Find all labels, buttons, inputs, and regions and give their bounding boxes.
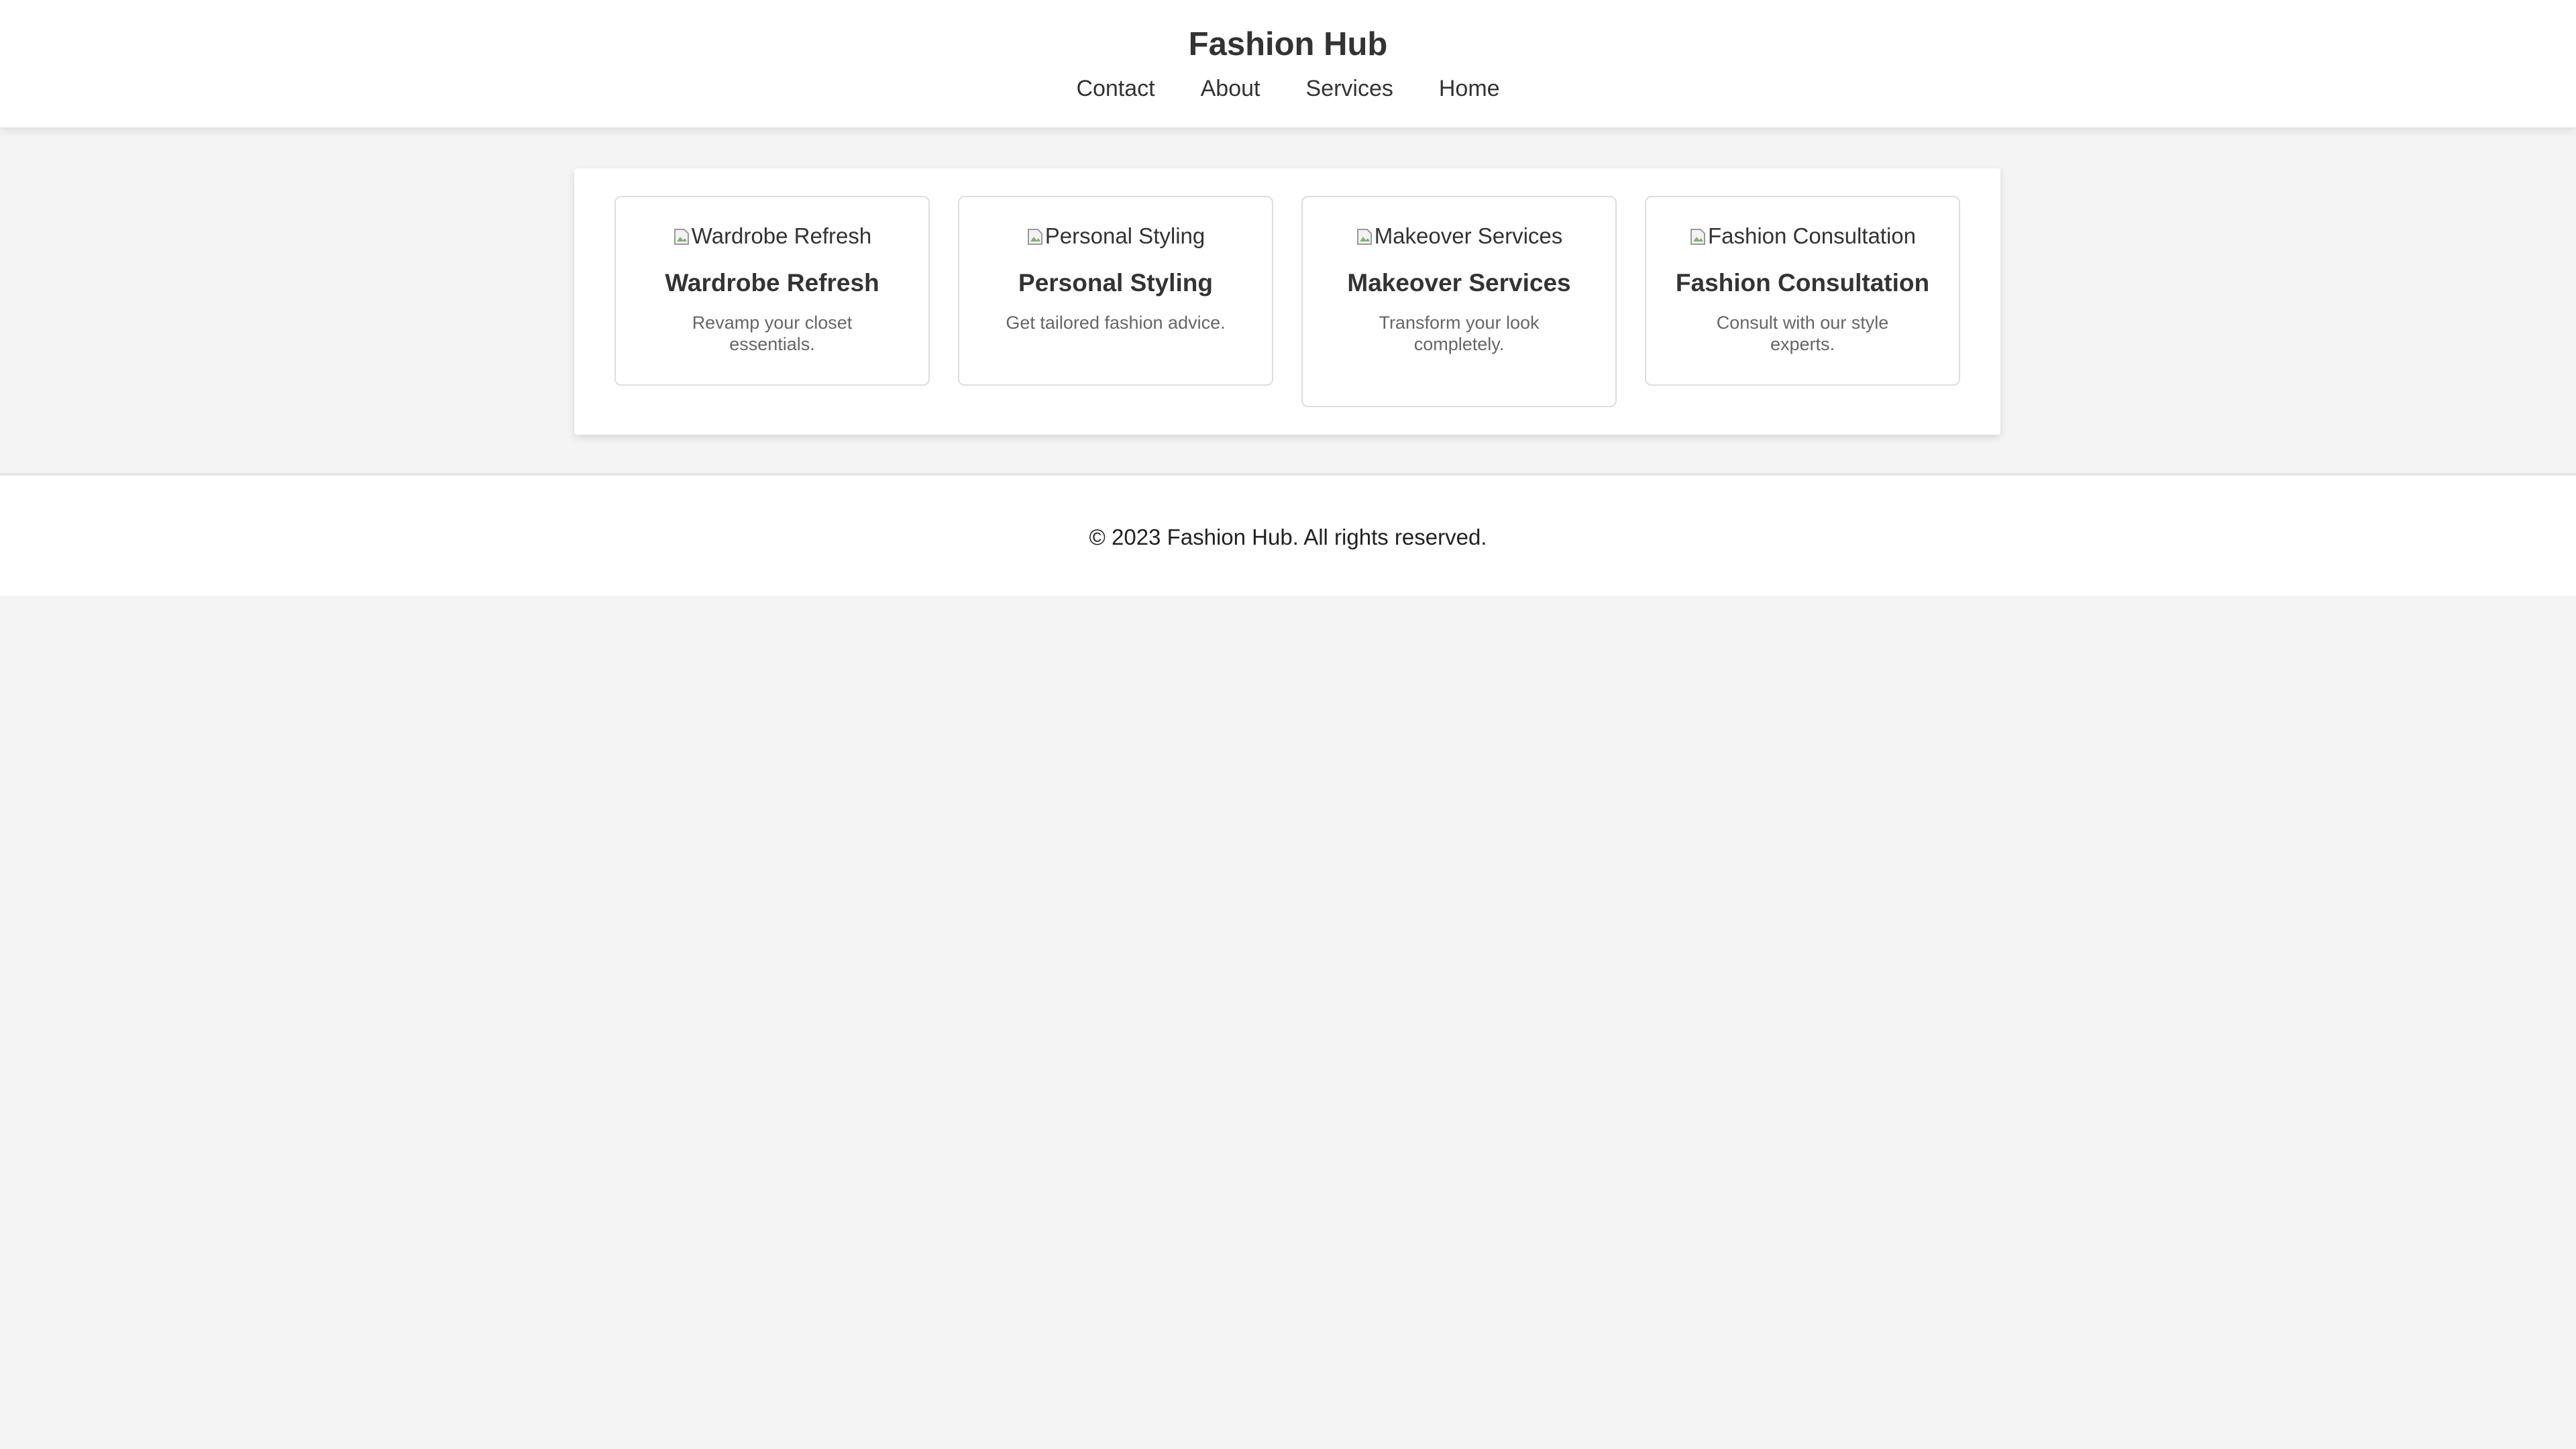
card-description: Transform your look completely. [1379, 313, 1540, 354]
nav-link-about[interactable]: About [1201, 71, 1260, 106]
broken-image-icon [1356, 225, 1373, 245]
broken-image-icon [673, 225, 690, 245]
nav-link-contact[interactable]: Contact [1076, 71, 1155, 106]
card-image: Wardrobe Refresh [616, 223, 928, 250]
broken-image-icon [1689, 225, 1707, 245]
card-description: Revamp your closet essentials. [692, 313, 853, 354]
service-card-personal-styling[interactable]: Personal Styling Personal Styling Get ta… [958, 196, 1273, 386]
card-title: Personal Styling [1018, 269, 1213, 297]
image-alt-text: Personal Styling [1044, 223, 1205, 248]
image-alt-text: Wardrobe Refresh [691, 223, 872, 248]
card-image: Fashion Consultation [1646, 223, 1959, 250]
card-title: Makeover Services [1347, 269, 1571, 297]
service-card-makeover-services[interactable]: Makeover Services Makeover Services Tran… [1301, 196, 1617, 407]
main-nav: Contact About Services Home [0, 71, 2576, 106]
site-footer: © 2023 Fashion Hub. All rights reserved. [0, 473, 2576, 596]
card-title: Fashion Consultation [1675, 269, 1930, 297]
nav-link-home[interactable]: Home [1439, 71, 1500, 106]
card-image: Makeover Services [1303, 223, 1615, 250]
broken-image-icon [1026, 225, 1044, 245]
card-image: Personal Styling [959, 223, 1272, 250]
copyright-text: © 2023 Fashion Hub. All rights reserved. [1089, 525, 1487, 549]
nav-link-services[interactable]: Services [1305, 71, 1393, 106]
card-description: Consult with our style experts. [1716, 313, 1889, 354]
services-panel: Wardrobe Refresh Wardrobe Refresh Revamp… [574, 168, 2000, 435]
service-card-wardrobe-refresh[interactable]: Wardrobe Refresh Wardrobe Refresh Revamp… [614, 196, 930, 386]
card-description: Get tailored fashion advice. [1006, 313, 1226, 333]
image-alt-text: Makeover Services [1374, 223, 1563, 248]
site-header: Fashion Hub Contact About Services Home [0, 0, 2576, 128]
image-alt-text: Fashion Consultation [1707, 223, 1917, 248]
site-title: Fashion Hub [1188, 26, 1388, 62]
service-card-fashion-consultation[interactable]: Fashion Consultation Fashion Consultatio… [1645, 196, 1960, 386]
card-title: Wardrobe Refresh [665, 269, 879, 297]
